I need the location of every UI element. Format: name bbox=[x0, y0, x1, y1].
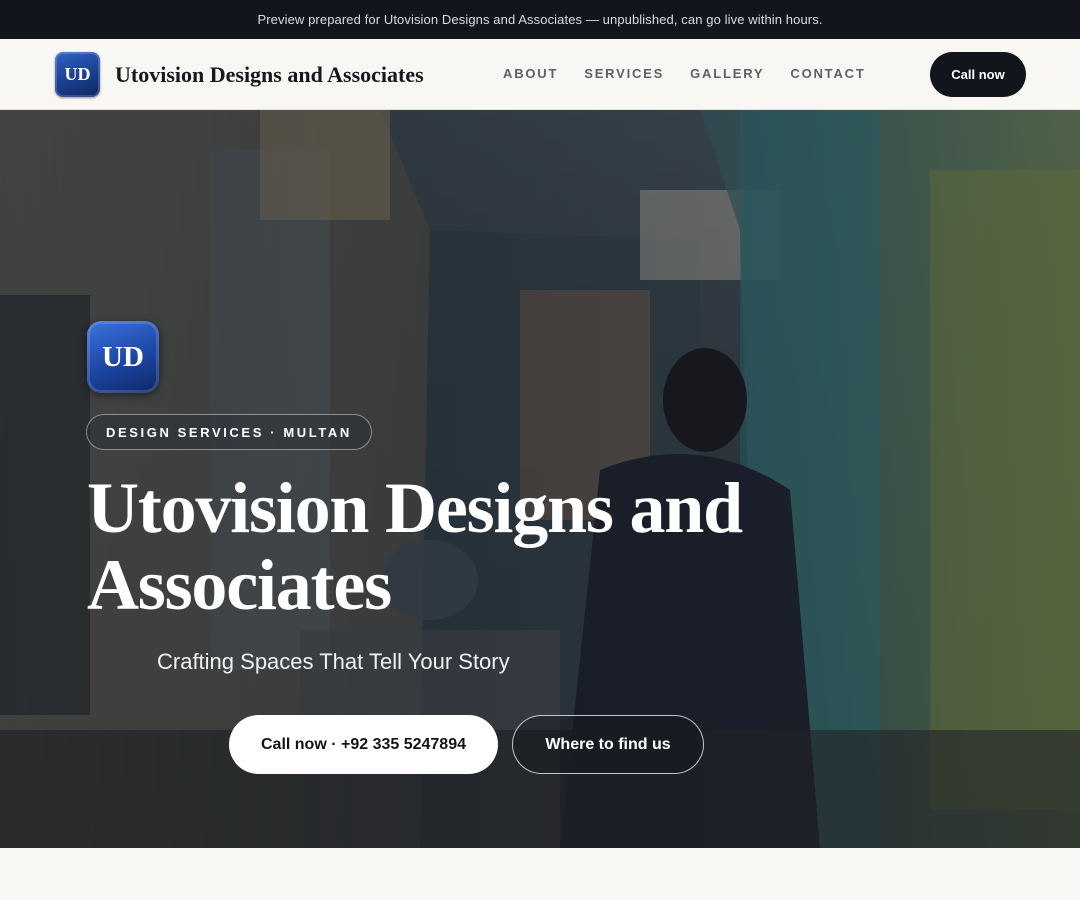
hero-logo-icon: UD bbox=[87, 321, 159, 393]
nav-link-services[interactable]: SERVICES bbox=[584, 66, 664, 81]
preview-banner-text: Preview prepared for Utovision Designs a… bbox=[257, 12, 823, 27]
nav-link-gallery[interactable]: GALLERY bbox=[690, 66, 764, 81]
hero-tagline: Crafting Spaces That Tell Your Story bbox=[157, 649, 510, 674]
brand-name: Utovision Designs and Associates bbox=[115, 61, 424, 87]
site-header: UD Utovision Designs and Associates ABOU… bbox=[0, 39, 1080, 110]
header-call-button[interactable]: Call now bbox=[930, 52, 1026, 97]
hero-title: Utovision Designs and Associates bbox=[87, 468, 743, 625]
logo-text: UD bbox=[64, 64, 91, 84]
hero-category-pill: DESIGN SERVICES · MULTAN bbox=[86, 414, 372, 450]
next-section bbox=[0, 848, 1080, 900]
preview-banner: Preview prepared for Utovision Designs a… bbox=[0, 0, 1080, 39]
hero-logo-text: UD bbox=[102, 340, 144, 373]
nav-link-about[interactable]: ABOUT bbox=[503, 66, 558, 81]
logo-icon: UD bbox=[55, 52, 100, 97]
main-nav: ABOUT SERVICES GALLERY CONTACT bbox=[503, 66, 892, 81]
find-us-button[interactable]: Where to find us bbox=[512, 715, 704, 774]
hero-section: UD DESIGN SERVICES · MULTAN Utovision De… bbox=[0, 110, 1080, 848]
nav-link-contact[interactable]: CONTACT bbox=[790, 66, 865, 81]
call-now-button[interactable]: Call now · +92 335 5247894 bbox=[229, 715, 498, 774]
brand[interactable]: UD Utovision Designs and Associates bbox=[55, 52, 424, 97]
